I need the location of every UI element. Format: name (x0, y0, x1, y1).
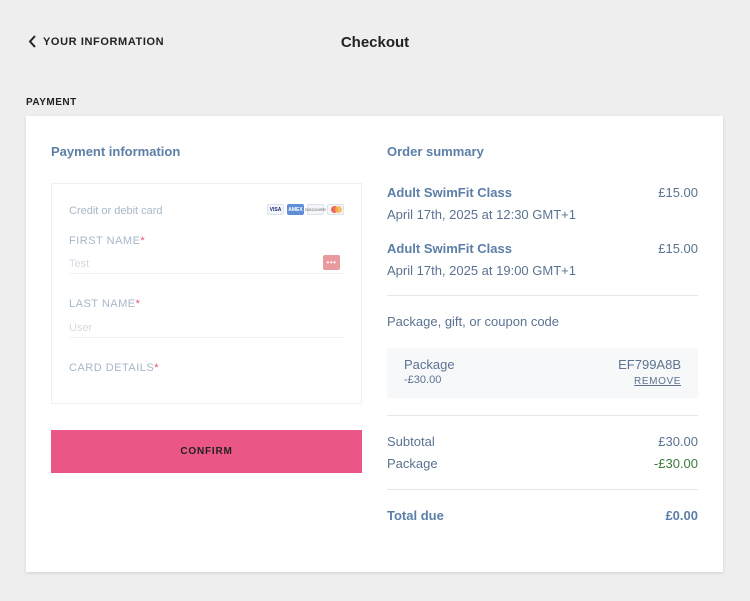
item-date: April 17th, 2025 at 12:30 GMT+1 (387, 207, 576, 222)
remove-package-link[interactable]: REMOVE (634, 376, 681, 387)
total-due-label: Total due (387, 508, 444, 523)
summary-title: Order summary (387, 144, 484, 159)
item-price: £15.00 (658, 241, 698, 256)
package-amount: -£30.00 (404, 374, 442, 386)
order-item: Adult SwimFit Class £15.00 April 17th, 2… (387, 185, 698, 222)
subtotal-row: Subtotal £30.00 (387, 434, 698, 449)
card-details-label: CARD DETAILS* (69, 362, 160, 374)
amex-icon: AMEX (287, 204, 304, 215)
password-manager-icon[interactable]: ••• (323, 255, 340, 270)
item-date: April 17th, 2025 at 19:00 GMT+1 (387, 263, 576, 278)
divider (387, 295, 698, 296)
item-name: Adult SwimFit Class (387, 185, 512, 200)
coupon-label: Package, gift, or coupon code (387, 314, 560, 329)
first-name-input[interactable] (69, 254, 344, 274)
item-price: £15.00 (658, 185, 698, 200)
applied-package: Package -£30.00 EF799A8B REMOVE (387, 348, 698, 398)
package-discount-row: Package -£30.00 (387, 456, 698, 471)
section-label: PAYMENT (26, 97, 77, 108)
card-brands: VISA AMEX DISCOVER (267, 204, 344, 215)
first-name-label: FIRST NAME* (69, 235, 146, 247)
payment-form: Credit or debit card VISA AMEX DISCOVER … (51, 183, 362, 404)
confirm-button[interactable]: CONFIRM (51, 430, 362, 473)
item-name: Adult SwimFit Class (387, 241, 512, 256)
divider (387, 415, 698, 416)
package-code: EF799A8B (618, 357, 681, 372)
order-item: Adult SwimFit Class £15.00 April 17th, 2… (387, 241, 698, 278)
discover-icon: DISCOVER (305, 204, 326, 215)
package-discount-value: -£30.00 (653, 456, 698, 471)
card-type-label: Credit or debit card (69, 205, 163, 217)
subtotal-value: £30.00 (658, 434, 698, 449)
last-name-input[interactable] (69, 318, 344, 338)
visa-icon: VISA (267, 204, 284, 215)
total-due-value: £0.00 (665, 508, 698, 523)
checkout-card: Payment information Order summary Credit… (26, 116, 723, 572)
subtotal-label: Subtotal (387, 434, 435, 449)
last-name-label: LAST NAME* (69, 298, 141, 310)
package-name: Package (404, 357, 455, 372)
page-title: Checkout (340, 34, 410, 51)
total-due-row: Total due £0.00 (387, 508, 698, 523)
package-discount-label: Package (387, 456, 438, 471)
payment-title: Payment information (51, 144, 181, 159)
divider (387, 489, 698, 490)
mastercard-icon (327, 204, 344, 215)
